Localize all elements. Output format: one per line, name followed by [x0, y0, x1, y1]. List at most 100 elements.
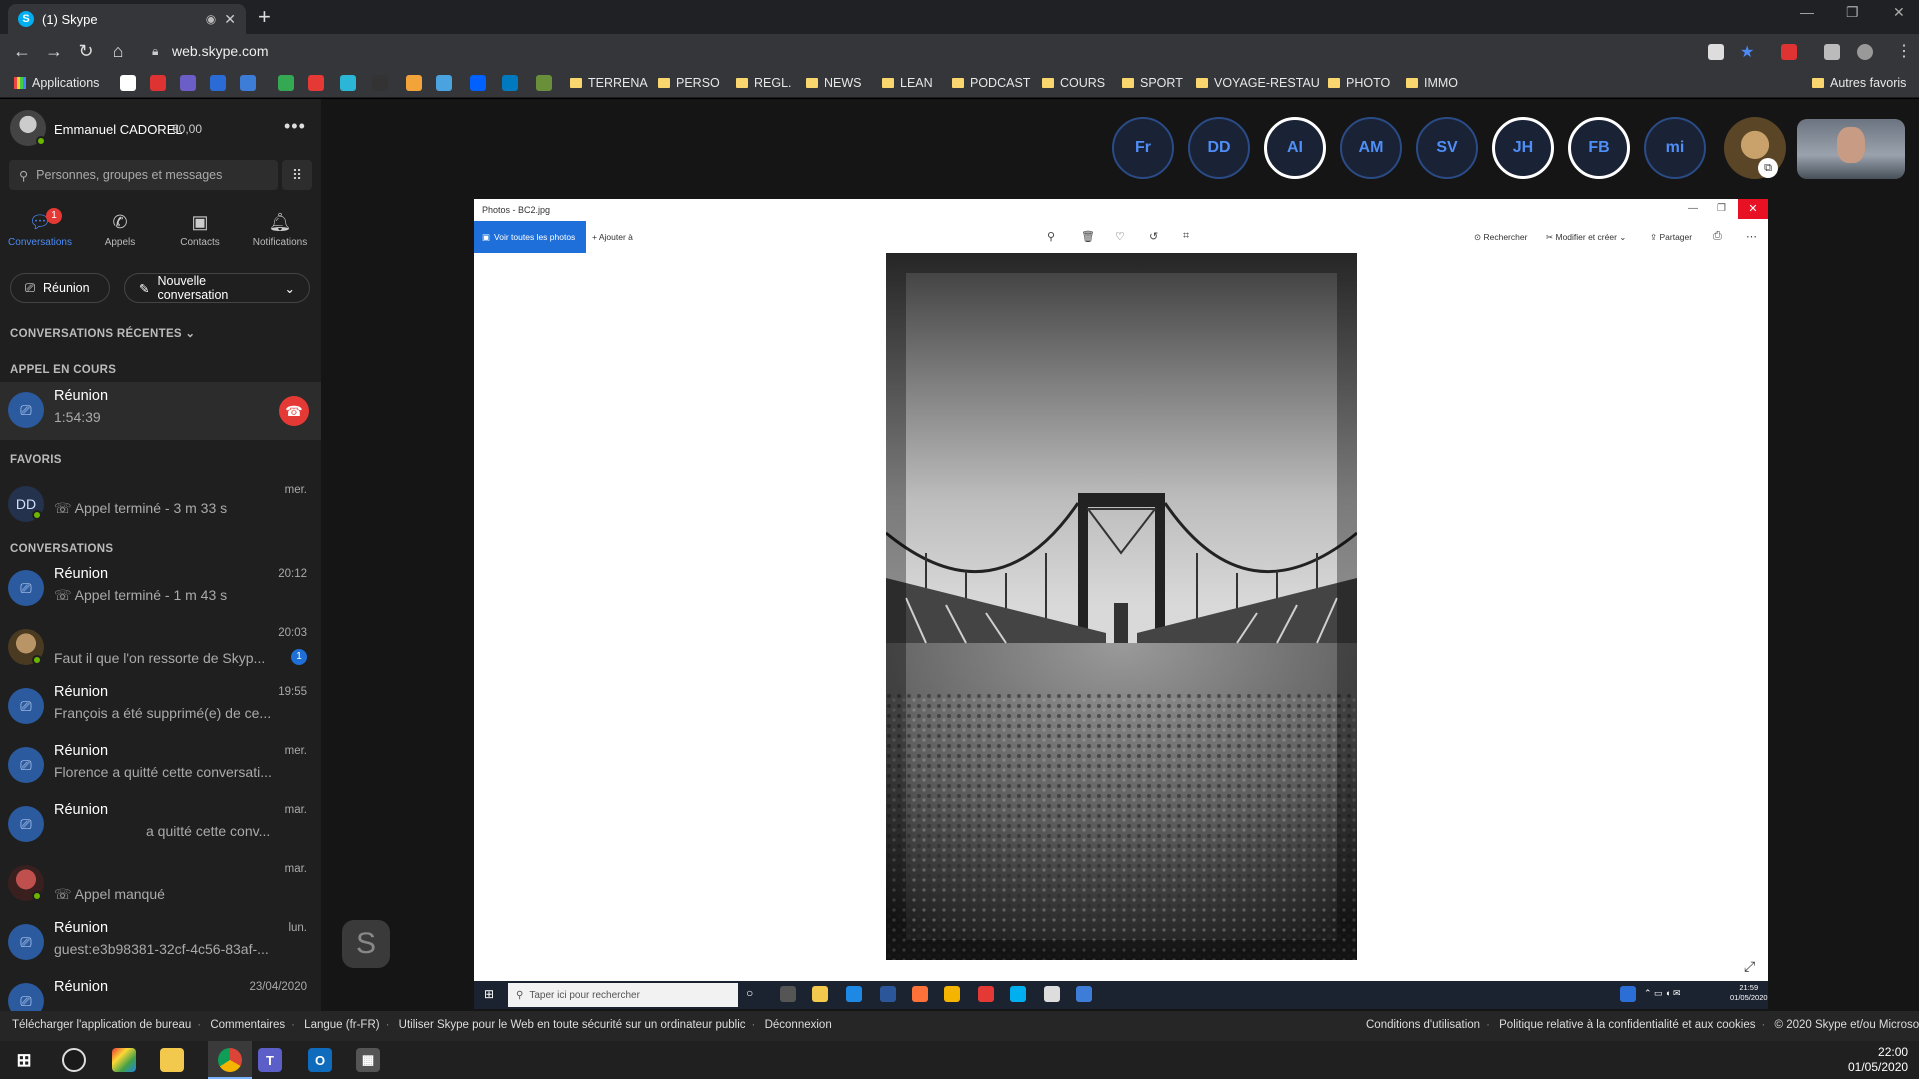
self-video-preview[interactable] [1797, 119, 1905, 179]
windows-start-icon[interactable]: ⊞ [12, 1048, 36, 1072]
bookmark-icon[interactable] [180, 75, 196, 91]
list-item[interactable]: ⎚ Réunion a quitté cette conv... mar. [0, 796, 321, 854]
timestamp: mer. [284, 484, 307, 496]
bookmark-folder-sport[interactable]: SPORT [1122, 76, 1183, 90]
privacy-link[interactable]: Politique relative à la confidentialité … [1499, 1019, 1755, 1031]
close-window-icon[interactable]: ✕ [1893, 4, 1905, 21]
bookmark-folder-other[interactable]: Autres favoris [1812, 76, 1906, 90]
home-icon[interactable]: ⌂ [106, 41, 130, 62]
bookmark-icon[interactable] [150, 75, 166, 91]
app-icon[interactable] [112, 1048, 136, 1072]
bookmark-folder-cours[interactable]: COURS [1042, 76, 1105, 90]
bookmark-folder-immo[interactable]: IMMO [1406, 76, 1458, 90]
bookmark-icon[interactable] [536, 75, 552, 91]
video-call-icon: ⎚ [8, 924, 44, 960]
profile-avatar-icon[interactable] [1857, 44, 1873, 60]
list-item[interactable]: ⎚ Réunion François a été supprimé(e) de … [0, 678, 321, 736]
dropbox-bookmark-icon[interactable] [470, 75, 486, 91]
list-item[interactable]: ⎚ Réunion ☏ Appel terminé - 1 m 43 s 20:… [0, 560, 321, 618]
google-bookmark-icon[interactable] [120, 75, 136, 91]
comments-link[interactable]: Commentaires [210, 1019, 285, 1031]
tab-contacts[interactable]: ▣ Contacts [162, 212, 238, 248]
participant-avatar[interactable]: Fr [1112, 117, 1174, 179]
lock-icon[interactable]: 🔒︎ [152, 44, 158, 59]
tab-conversations[interactable]: 💬︎ Conversations [2, 212, 78, 248]
bookmark-folder-perso[interactable]: PERSO [658, 76, 720, 90]
file-explorer-icon[interactable] [160, 1048, 184, 1072]
participant-avatar[interactable]: JH [1492, 117, 1554, 179]
meeting-button[interactable]: ⎚ Réunion [10, 273, 110, 303]
new-tab-button[interactable]: + [258, 4, 271, 30]
chrome-menu-icon[interactable]: ⋮ [1896, 41, 1912, 61]
system-clock[interactable]: 22:00 01/05/2020 [1848, 1045, 1908, 1075]
media-control-icon[interactable] [1824, 44, 1840, 60]
profile-name[interactable]: Emmanuel CADOREL [54, 122, 183, 137]
security-link[interactable]: Utiliser Skype pour le Web en toute sécu… [399, 1019, 746, 1031]
outlook-bookmark-icon[interactable] [210, 75, 226, 91]
bookmark-apps[interactable]: Applications [14, 76, 99, 90]
back-icon[interactable]: ← [10, 41, 34, 62]
participant-avatar[interactable]: AI [1264, 117, 1326, 179]
bookmark-icon[interactable] [436, 75, 452, 91]
skype-credit[interactable]: €0,00 [172, 122, 202, 136]
bookmark-icon[interactable] [372, 75, 388, 91]
logout-link[interactable]: Déconnexion [765, 1019, 832, 1031]
delete-icon: 🗑︎ [1081, 231, 1095, 243]
participant-avatar[interactable]: AM [1340, 117, 1402, 179]
lock-app-icon[interactable] [62, 1048, 86, 1072]
bookmark-folder-lean[interactable]: LEAN [882, 76, 933, 90]
participant-avatar[interactable]: SV [1416, 117, 1478, 179]
camera-icon[interactable] [1708, 44, 1724, 60]
list-item[interactable]: ⎚ Réunion 23/04/2020 [0, 973, 321, 1011]
list-item[interactable]: ☏ Appel manqué mar. [0, 855, 321, 913]
more-options-icon[interactable]: ••• [284, 116, 306, 137]
bookmark-folder-podcast[interactable]: PODCAST [952, 76, 1030, 90]
new-conversation-button[interactable]: ✎ Nouvelle conversation ⌄ [124, 273, 310, 303]
participant-avatar[interactable]: mi [1644, 117, 1706, 179]
bridge-photo [886, 253, 1357, 960]
favorite-row[interactable]: DD ☏ Appel terminé - 3 m 33 s mer. [0, 476, 321, 534]
tab-calls[interactable]: ✆ Appels [82, 212, 158, 248]
forward-icon[interactable]: → [42, 41, 66, 62]
search-input[interactable]: ⚲ Personnes, groupes et messages [9, 160, 278, 190]
recent-conversations-filter[interactable]: CONVERSATIONS RÉCENTES ⌄ [10, 326, 195, 340]
bookmark-icon[interactable] [340, 75, 356, 91]
audio-playing-icon[interactable]: ◉ [206, 12, 216, 26]
active-call-row[interactable]: ⎚ Réunion 1:54:39 ☎ [0, 382, 321, 440]
hang-up-button[interactable]: ☎ [279, 396, 309, 426]
tab-notifications[interactable]: 🔔︎ Notifications [242, 212, 318, 248]
reload-icon[interactable]: ↻ [74, 41, 98, 62]
bookmark-folder-terrena[interactable]: TERRENA [570, 76, 648, 90]
list-item[interactable]: ⎚ Réunion guest:e3b98381-32cf-4c56-83af-… [0, 914, 321, 972]
language-link[interactable]: Langue (fr-FR) [304, 1019, 379, 1031]
bookmark-folder-voyage-restau[interactable]: VOYAGE-RESTAU [1196, 76, 1320, 90]
list-item[interactable]: ⎚ Réunion Florence a quitté cette conver… [0, 737, 321, 795]
trello-bookmark-icon[interactable] [502, 75, 518, 91]
terms-link[interactable]: Conditions d'utilisation [1366, 1019, 1480, 1031]
bookmark-icon[interactable] [308, 75, 324, 91]
teams-icon[interactable]: T [258, 1048, 282, 1072]
restore-window-icon[interactable]: ❐ [1846, 4, 1859, 21]
participant-avatar[interactable]: DD [1188, 117, 1250, 179]
maps-bookmark-icon[interactable] [278, 75, 294, 91]
bookmark-star-icon[interactable]: ★ [1740, 42, 1754, 62]
chrome-icon[interactable] [218, 1048, 242, 1072]
adblock-extension-icon[interactable] [1781, 44, 1797, 60]
video-call-icon: ⎚ [8, 570, 44, 606]
browser-tab[interactable]: S (1) Skype ◉ ✕ [8, 4, 246, 34]
bookmark-icon[interactable] [406, 75, 422, 91]
list-item[interactable]: Faut il que l'on ressorte de Skyp... 20:… [0, 619, 321, 677]
bookmark-folder-news[interactable]: NEWS [806, 76, 862, 90]
minimize-window-icon[interactable]: — [1800, 4, 1814, 20]
outlook-icon[interactable]: O [308, 1048, 332, 1072]
dialpad-icon[interactable]: ⠿ [282, 160, 312, 190]
close-tab-icon[interactable]: ✕ [224, 11, 236, 28]
bookmark-folder-regl[interactable]: REGL. [736, 76, 792, 90]
download-app-link[interactable]: Télécharger l'application de bureau [12, 1019, 191, 1031]
bookmark-icon[interactable] [240, 75, 256, 91]
participant-avatar[interactable]: FB [1568, 117, 1630, 179]
zoom-icon: ⚲ [1047, 231, 1056, 243]
address-bar[interactable]: web.skype.com [172, 43, 268, 59]
bookmark-folder-photo[interactable]: PHOTO [1328, 76, 1390, 90]
calculator-icon[interactable]: ▦ [356, 1048, 380, 1072]
